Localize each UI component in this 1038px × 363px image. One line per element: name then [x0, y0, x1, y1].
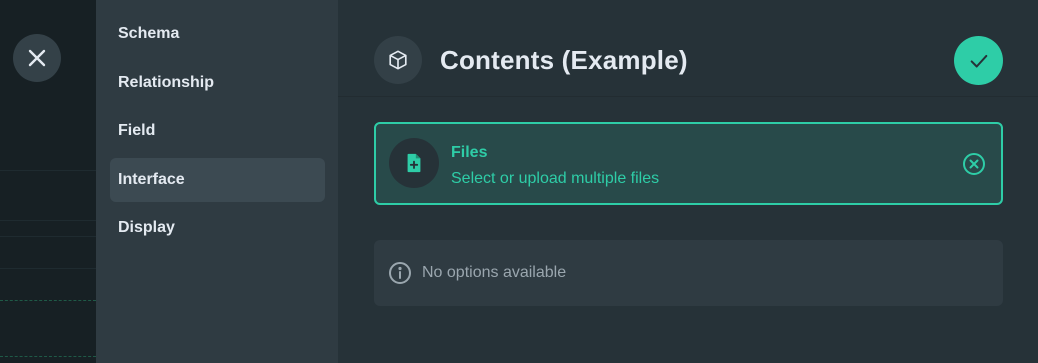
cube-icon — [389, 50, 407, 70]
sidebar-item-label: Display — [118, 219, 175, 236]
backdrop-divider — [0, 268, 96, 269]
info-icon — [389, 262, 411, 284]
save-button[interactable] — [954, 36, 1003, 85]
page-title: Contents (Example) — [440, 45, 688, 75]
sidebar-item-label: Interface — [118, 170, 185, 188]
backdrop-divider — [0, 170, 96, 171]
drawer-header: Contents (Example) — [338, 0, 1038, 97]
backdrop-dashed-line — [0, 300, 96, 301]
close-icon — [28, 49, 46, 67]
drawer-main: Contents (Example) Files Select or uploa… — [338, 0, 1038, 363]
sidebar-item-field[interactable]: Field — [110, 109, 325, 153]
sidebar-item-interface[interactable]: Interface — [110, 157, 325, 202]
notice-text: No options available — [422, 264, 567, 281]
sidebar-item-display[interactable]: Display — [110, 206, 325, 250]
sidebar-item-relationship[interactable]: Relationship — [110, 61, 325, 105]
sidebar-item-schema[interactable]: Schema — [110, 12, 325, 56]
close-drawer-button[interactable] — [13, 34, 61, 82]
sidebar-item-label: Relationship — [118, 73, 215, 91]
close-circle-icon — [963, 153, 985, 175]
backdrop-divider — [0, 220, 96, 221]
sidebar-item-label: Field — [118, 122, 156, 139]
file-upload-icon — [407, 153, 421, 173]
backdrop-dashed-line — [0, 356, 96, 357]
check-icon — [970, 54, 987, 68]
sidebar-item-label: Schema — [118, 25, 180, 42]
header-icon-badge — [374, 36, 422, 84]
backdrop-divider — [0, 236, 96, 237]
interface-option-card[interactable]: Files Select or upload multiple files — [374, 122, 1003, 205]
interface-description: Select or upload multiple files — [451, 170, 660, 187]
info-notice: No options available — [374, 240, 1003, 306]
drawer-sidebar: Schema Relationship Field Interface Disp… — [96, 0, 338, 363]
interface-title: Files — [451, 144, 488, 161]
card-icon-badge — [389, 138, 439, 188]
clear-interface-button[interactable] — [961, 151, 987, 177]
